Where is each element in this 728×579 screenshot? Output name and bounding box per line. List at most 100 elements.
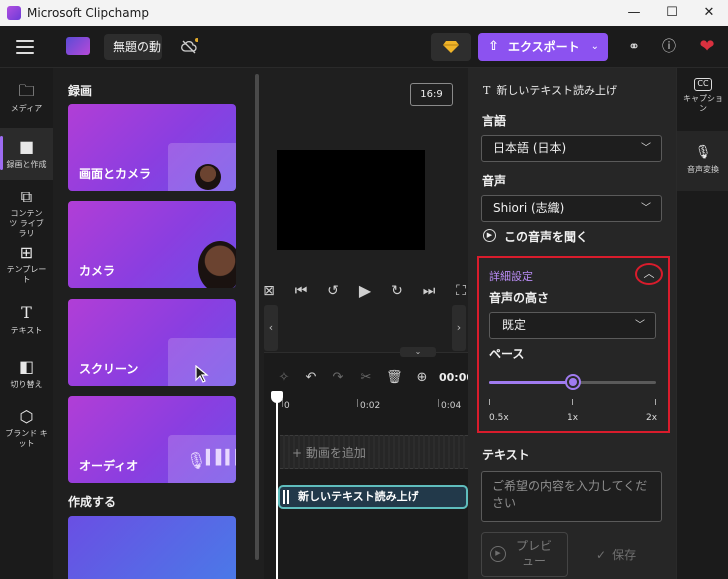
tab-voice-changer[interactable]: 🎙 音声変換 [677,131,728,191]
add-media-icon[interactable]: ⊕ [414,370,430,386]
chevron-down-icon: ﹀ [641,203,651,214]
skip-forward-icon[interactable]: ⏭ [420,282,438,300]
templates-icon: ⊞ [19,243,34,262]
top-app-bar: 無題の動画 ⇧ エクスポート ⌄ ⚭ ⓘ ❤ [0,26,728,68]
slider-tick [572,399,573,405]
undo-icon[interactable]: ↶ [303,370,319,386]
ruler-label: 0 [284,401,290,411]
advanced-settings-title[interactable]: 詳細設定 [489,268,533,284]
ruler-label: 0:04 [441,401,462,411]
properties-panel: T 新しいテキスト読み上げ 言語 日本語 (日本) ﹀ 音声 Shiori (志織… [468,68,676,579]
pitch-select[interactable]: 既定 ﹀ [489,312,656,339]
rail-item-transitions[interactable]: ◧ 切り替え [0,358,53,390]
rail-item-media[interactable]: 🗀 メディア [0,82,53,114]
ruler-tick [357,399,358,407]
project-name-field[interactable]: 無題の動画 [104,34,162,60]
ruler-tick [282,399,283,407]
play-icon[interactable]: ▶ [356,282,374,300]
card-camera[interactable]: カメラ [68,201,236,288]
delete-icon[interactable]: 🗑 [386,370,403,386]
rail-label: 録画と作成 [6,160,47,169]
maximize-icon[interactable]: ☐ [662,3,682,23]
voice-value: Shiori (志織) [493,201,565,215]
ruler-tick [438,399,439,407]
chevron-down-icon: ﹀ [641,143,651,154]
card-label: オーディオ [79,459,139,473]
project-thumbnail-icon [66,37,90,55]
add-video-track[interactable]: + 動画を追加 [280,435,468,469]
share-icon[interactable]: ⚭ [626,39,642,55]
card-audio[interactable]: 🎙 ▍▌▍▋▍ オーディオ [68,396,236,483]
pace-max-label: 2x [646,413,658,423]
card-create[interactable] [68,516,236,579]
fullscreen-off-icon[interactable]: ⊠ [260,282,278,300]
folder-icon: 🗀 [18,81,35,100]
play-circle-icon: ▶ [483,229,496,242]
voice-label: 音声 [482,174,507,188]
menu-icon[interactable] [16,40,34,54]
aspect-ratio-button[interactable]: 16:9 [410,83,453,106]
rail-item-record[interactable]: ■ 録画と作成 [0,128,53,180]
forward-5-icon[interactable]: ↻ [388,282,406,300]
section-heading-create: 作成する [68,495,117,509]
minimize-icon[interactable]: — [624,3,644,23]
chevron-down-icon: ⌄ [590,41,599,52]
window-titlebar: Microsoft Clipchamp — ☐ ✕ [0,0,728,26]
cloud-sync-off-icon[interactable] [180,38,198,56]
close-icon[interactable]: ✕ [699,3,719,23]
library-scrollbar[interactable] [255,74,259,560]
person-avatar [195,164,221,190]
video-camera-icon: ■ [18,137,35,156]
premium-button[interactable] [431,33,471,61]
card-screen[interactable]: スクリーン [68,299,236,386]
voice-select[interactable]: Shiori (志織) ﹀ [481,195,662,222]
card-label: カメラ [79,264,116,278]
save-label: 保存 [612,548,637,562]
split-icon[interactable]: ✂ [358,370,374,386]
video-canvas[interactable] [277,150,425,250]
skip-back-icon[interactable]: ⏮ [292,282,310,300]
collapse-left-panel-tab[interactable]: ‹ [264,305,278,351]
listen-voice-button[interactable]: ▶ この音声を聞く [483,228,588,245]
ruler-label: 0:02 [360,401,381,411]
pace-slider[interactable] [489,374,656,390]
heart-icon[interactable]: ❤ [699,38,715,56]
collapse-right-panel-tab[interactable]: › [452,305,466,351]
diamond-icon [443,41,459,53]
export-button[interactable]: ⇧ エクスポート ⌄ [478,33,608,61]
rewind-5-icon[interactable]: ↺ [324,282,342,300]
person-avatar [198,241,236,288]
magic-icon[interactable]: ✧ [276,370,292,386]
card-screen-and-camera[interactable]: 画面とカメラ [68,104,236,191]
card-label: 画面とカメラ [79,167,152,181]
playhead-handle[interactable] [271,391,283,403]
card-label: スクリーン [79,362,139,376]
preview-voice-button[interactable]: ▶ プレビュー [481,532,568,577]
playhead[interactable] [276,393,278,579]
advanced-settings-section: 詳細設定 ︿ 音声の高さ 既定 ﹀ ペース 0.5x 1x 2x [477,256,670,433]
rail-label: テンプレート [6,265,47,284]
rail-item-text[interactable]: T テキスト [0,304,53,336]
tts-text-clip[interactable]: 新しいテキスト読み上げ [278,485,468,509]
pace-slider-fill [489,381,573,384]
pitch-value: 既定 [502,318,527,332]
save-button[interactable]: ✓ 保存 [596,546,636,563]
microphone-icon: 🎙 [186,451,207,470]
chevron-up-icon[interactable]: ︿ [635,263,663,285]
timeline-resize-handle[interactable]: ⌄ [400,347,436,357]
rail-item-templates[interactable]: ⊞ テンプレート [0,244,53,285]
chevron-down-icon: ﹀ [635,320,645,331]
tab-captions[interactable]: CC キャプション [677,78,728,114]
help-icon[interactable]: ⓘ [661,39,677,55]
rail-item-content-library[interactable]: ⧉ コンテンツ ライブラリ [0,188,53,239]
tts-text-input[interactable]: ご希望の内容を入力してください [481,471,662,522]
text-icon: T [483,84,491,97]
clip-trim-handle[interactable] [283,490,289,504]
pace-slider-thumb[interactable] [564,374,581,390]
preview-label: プレビュー [515,539,552,568]
clipchamp-logo-icon [7,6,21,20]
redo-icon[interactable]: ↷ [330,370,346,386]
slider-tick [489,399,490,405]
language-select[interactable]: 日本語 (日本) ﹀ [481,135,662,162]
rail-item-brand-kit[interactable]: ⬡ ブランド キット [0,408,53,449]
